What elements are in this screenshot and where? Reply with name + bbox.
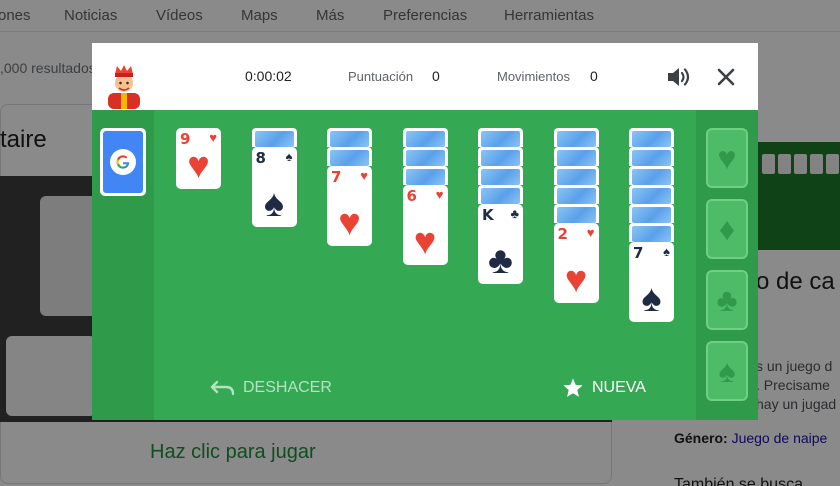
face-up-card[interactable]: 8 ♠ ♠ — [251, 147, 297, 227]
card-suit-icon: ♥ — [360, 168, 368, 183]
tableau-pile[interactable]: 2 ♥ ♥ — [553, 128, 599, 303]
new-game-label: NUEVA — [592, 379, 646, 396]
card-suit-large-icon: ♣ — [488, 240, 513, 282]
face-down-card — [327, 128, 372, 147]
face-down-card — [251, 128, 297, 147]
face-down-card — [629, 147, 674, 166]
tableau-pile[interactable]: 7 ♠ ♠ — [629, 128, 674, 322]
spade-suit-icon: ♠ — [718, 352, 736, 389]
face-up-card[interactable]: 6 ♥ ♥ — [402, 185, 448, 265]
card-suit-icon: ♣ — [510, 206, 519, 221]
card-suit-large-icon: ♠ — [263, 183, 285, 225]
google-g-icon — [110, 149, 136, 175]
face-down-card — [553, 204, 599, 223]
stock-column — [92, 110, 154, 420]
card-suit-large-icon: ♥ — [564, 259, 588, 301]
undo-icon — [210, 380, 235, 396]
tableau-pile[interactable]: 8 ♠ ♠ — [251, 128, 297, 227]
star-icon — [563, 378, 583, 397]
game-header: 0:00:02 Puntuación 0 Movimientos 0 — [92, 43, 758, 110]
face-down-card — [402, 128, 448, 147]
card-suit-large-icon: ♥ — [187, 145, 210, 187]
card-suit-large-icon: ♠ — [641, 278, 662, 320]
tableau-pile[interactable]: 6 ♥ ♥ — [402, 128, 448, 265]
card-suit-icon: ♠ — [663, 244, 670, 259]
card-suit-icon: ♥ — [209, 130, 217, 145]
face-down-card — [402, 147, 448, 166]
king-avatar-icon — [108, 65, 140, 109]
card-rank: 6 — [406, 187, 417, 205]
solitaire-game: 0:00:02 Puntuación 0 Movimientos 0 9 ♥ ♥… — [92, 43, 758, 420]
face-down-card — [629, 204, 674, 223]
tableau-pile[interactable]: 9 ♥ ♥ — [176, 128, 221, 189]
face-up-card[interactable]: K ♣ ♣ — [478, 204, 523, 284]
face-up-card[interactable]: 9 ♥ ♥ — [176, 128, 221, 189]
undo-label: DESHACER — [243, 379, 332, 396]
foundation-clubs[interactable]: ♣ — [706, 270, 748, 330]
card-rank: 8 — [255, 149, 266, 167]
face-down-card — [553, 185, 599, 204]
heart-suit-icon: ♥ — [717, 139, 737, 176]
game-timer: 0:00:02 — [245, 68, 292, 84]
card-suit-icon: ♥ — [586, 225, 595, 240]
new-game-button[interactable]: NUEVA — [562, 376, 646, 400]
stock-pile[interactable] — [100, 128, 146, 196]
game-table: 9 ♥ ♥ 8 ♠ ♠ 7 ♥ ♥ 6 ♥ ♥ K ♣ ♣ 2 ♥ ♥ 7 ♠ ♠ ♥ ♦ ♣ ♠ DESHACER N… — [92, 110, 758, 420]
face-down-card — [629, 128, 674, 147]
face-down-card — [553, 128, 599, 147]
face-down-card — [629, 166, 674, 185]
stock-card-back — [103, 131, 143, 193]
face-up-card[interactable]: 2 ♥ ♥ — [553, 223, 599, 303]
score-label: Puntuación — [348, 69, 414, 84]
card-suit-icon: ♠ — [285, 149, 293, 164]
card-rank: 2 — [557, 225, 568, 243]
face-down-card — [553, 147, 599, 166]
card-rank: 7 — [331, 168, 342, 186]
foundation-diamonds[interactable]: ♦ — [706, 199, 748, 259]
foundation-column: ♥ ♦ ♣ ♠ — [696, 110, 758, 420]
undo-button[interactable]: DESHACER — [210, 376, 332, 400]
face-down-card — [478, 166, 523, 185]
face-down-card — [553, 166, 599, 185]
foundation-spades[interactable]: ♠ — [706, 341, 748, 401]
face-down-card — [629, 185, 674, 204]
card-suit-large-icon: ♥ — [338, 202, 361, 244]
club-suit-icon: ♣ — [716, 281, 738, 318]
tableau-pile[interactable]: K ♣ ♣ — [478, 128, 523, 284]
speaker-icon[interactable] — [666, 65, 692, 89]
face-down-card — [629, 223, 674, 242]
moves-value: 0 — [590, 68, 598, 84]
tableau-pile[interactable]: 7 ♥ ♥ — [327, 128, 372, 246]
card-suit-large-icon: ♥ — [413, 221, 437, 263]
foundation-hearts[interactable]: ♥ — [706, 128, 748, 188]
face-up-card[interactable]: 7 ♥ ♥ — [327, 166, 372, 246]
moves-label: Movimientos — [497, 69, 570, 84]
face-down-card — [478, 128, 523, 147]
score-value: 0 — [432, 68, 440, 84]
card-rank: K — [482, 206, 494, 224]
face-up-card[interactable]: 7 ♠ ♠ — [629, 242, 674, 322]
face-down-card — [478, 185, 523, 204]
face-down-card — [327, 147, 372, 166]
card-suit-icon: ♥ — [435, 187, 444, 202]
face-down-card — [402, 166, 448, 185]
close-icon[interactable] — [716, 67, 736, 87]
card-rank: 7 — [633, 244, 644, 262]
diamond-suit-icon: ♦ — [718, 210, 736, 247]
face-down-card — [478, 147, 523, 166]
